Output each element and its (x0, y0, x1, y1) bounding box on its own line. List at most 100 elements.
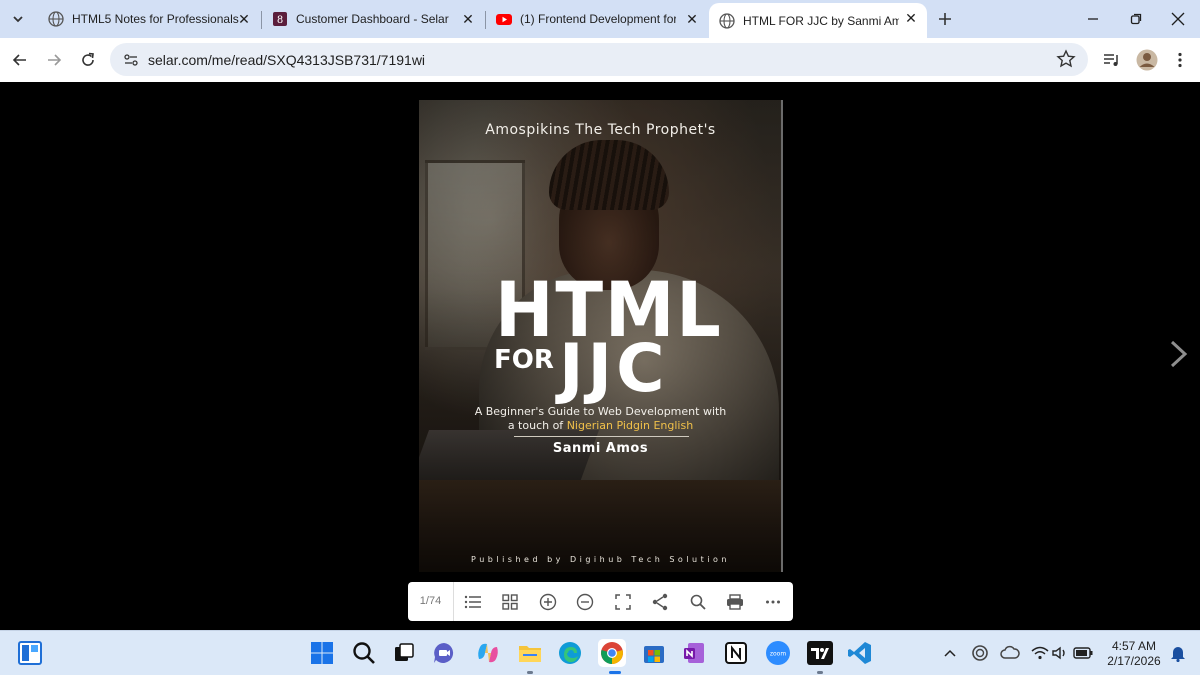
cover-author: Sanmi Amos (552, 441, 649, 456)
notifications-button[interactable] (1168, 643, 1188, 663)
new-tab-button[interactable] (934, 8, 956, 30)
cover-subtitle-prefix: a touch of (507, 419, 567, 432)
tray-app-icon[interactable] (970, 643, 990, 663)
globe-icon (48, 11, 64, 27)
active-indicator (609, 671, 621, 674)
taskbar-file-explorer[interactable] (516, 639, 544, 667)
plus-circle-icon (539, 593, 556, 610)
minimize-icon (1088, 18, 1098, 20)
expand-icon (615, 593, 631, 610)
taskbar-microsoft-store[interactable] (640, 639, 668, 667)
next-page-button[interactable] (1166, 339, 1192, 369)
share-button[interactable] (642, 582, 680, 621)
tab-search-button[interactable] (6, 7, 30, 31)
start-button[interactable] (308, 639, 336, 667)
browser-chrome: HTML5 Notes for Professionals ✕ 8 Custom… (0, 0, 1200, 82)
vscode-icon (848, 642, 871, 664)
task-view-button[interactable] (390, 639, 418, 667)
page-indicator: 1/74 (408, 582, 454, 621)
restore-button[interactable] (1125, 8, 1147, 30)
cover-series-line: Amospikins The Tech Prophet's (485, 122, 716, 138)
playlist-icon (1104, 54, 1118, 66)
media-controls-button[interactable] (1100, 48, 1124, 72)
close-icon[interactable]: ✕ (903, 10, 919, 26)
running-indicator (527, 671, 533, 674)
cover-divider (514, 436, 689, 437)
site-settings-icon[interactable] (120, 49, 142, 71)
taskbar-tradingview[interactable] (806, 639, 834, 667)
tab-strip: HTML5 Notes for Professionals ✕ 8 Custom… (0, 0, 1200, 38)
close-icon[interactable]: ✕ (460, 11, 476, 27)
more-horizontal-icon (765, 600, 780, 603)
search-icon (353, 642, 375, 664)
avatar-icon (1136, 49, 1158, 71)
tab-frontend-development[interactable]: (1) Frontend Development for A ✕ (486, 4, 708, 34)
taskbar-search-button[interactable] (350, 639, 378, 667)
cover-title-jjc: JJC (559, 330, 669, 407)
profile-avatar[interactable] (1135, 48, 1159, 72)
arrow-right-icon (48, 54, 62, 66)
copilot-icon (478, 643, 498, 663)
address-bar[interactable]: selar.com/me/read/SXQ4313JSB731/7191wi (110, 43, 1088, 76)
taskbar-onenote[interactable] (680, 639, 708, 667)
cover-subtitle-line1: A Beginner's Guide to Web Development wi… (474, 405, 727, 418)
taskbar-edge[interactable] (556, 639, 584, 667)
search-button[interactable] (679, 582, 717, 621)
restore-icon (1130, 13, 1142, 25)
taskbar-copilot[interactable] (474, 639, 502, 667)
thumbnails-button[interactable] (492, 582, 530, 621)
minimize-button[interactable] (1082, 8, 1104, 30)
taskbar-vscode[interactable] (846, 639, 874, 667)
tray-wifi[interactable] (1030, 643, 1050, 663)
tab-title: (1) Frontend Development for A (520, 12, 676, 26)
more-vertical-icon (1178, 52, 1182, 68)
ring-icon (972, 645, 988, 661)
tab-title: Customer Dashboard - Selar Da (296, 12, 452, 26)
close-window-button[interactable] (1167, 8, 1189, 30)
widgets-icon (18, 641, 42, 665)
taskbar-chrome[interactable] (598, 639, 626, 667)
more-options-button[interactable] (754, 582, 792, 621)
cover-subtitle-highlight: Nigerian Pidgin English (566, 419, 694, 432)
browser-toolbar: selar.com/me/read/SXQ4313JSB731/7191wi (0, 38, 1200, 82)
show-hidden-icons-button[interactable] (940, 643, 960, 663)
tray-cloud-sync[interactable] (1000, 643, 1020, 663)
tray-battery[interactable] (1073, 643, 1093, 663)
running-indicator (817, 671, 823, 674)
tray-volume[interactable] (1051, 643, 1071, 663)
list-icon (464, 595, 481, 608)
speaker-icon (1052, 646, 1065, 660)
tab-html5-notes[interactable]: HTML5 Notes for Professionals ✕ (38, 4, 260, 34)
reload-icon (82, 52, 94, 66)
taskbar-meet-app[interactable] (430, 639, 458, 667)
print-button[interactable] (717, 582, 755, 621)
close-icon[interactable]: ✕ (236, 11, 252, 27)
forward-button[interactable] (42, 48, 66, 72)
close-icon[interactable]: ✕ (684, 11, 700, 27)
arrow-left-icon (12, 54, 26, 66)
video-chat-icon (434, 643, 454, 663)
taskbar-zoom[interactable]: zoom (764, 639, 792, 667)
taskbar-notion[interactable] (722, 639, 750, 667)
clock-date: 2/17/2026 (1107, 654, 1161, 668)
url-text: selar.com/me/read/SXQ4313JSB731/7191wi (148, 51, 426, 68)
fullscreen-button[interactable] (604, 582, 642, 621)
tab-html-for-jjc[interactable]: HTML FOR JJC by Sanmi Amos ✕ (709, 3, 927, 38)
bookmark-star-icon[interactable] (1056, 49, 1076, 69)
selar-icon: 8 (272, 11, 288, 27)
store-icon (644, 646, 664, 663)
reload-button[interactable] (76, 48, 100, 72)
back-button[interactable] (8, 48, 32, 72)
zoom-out-button[interactable] (567, 582, 605, 621)
wifi-icon (1031, 646, 1049, 660)
zoom-in-button[interactable] (529, 582, 567, 621)
book-page-edge (781, 100, 783, 572)
widgets-button[interactable] (16, 639, 44, 667)
svg-text:8: 8 (277, 15, 283, 26)
table-of-contents-button[interactable] (454, 582, 492, 621)
clock-time: 4:57 AM (1111, 639, 1157, 653)
system-clock[interactable]: 4:57 AM 2/17/2026 (1102, 639, 1166, 669)
close-icon (1171, 12, 1185, 26)
browser-menu-button[interactable] (1168, 48, 1192, 72)
tab-customer-dashboard[interactable]: 8 Customer Dashboard - Selar Da ✕ (262, 4, 484, 34)
